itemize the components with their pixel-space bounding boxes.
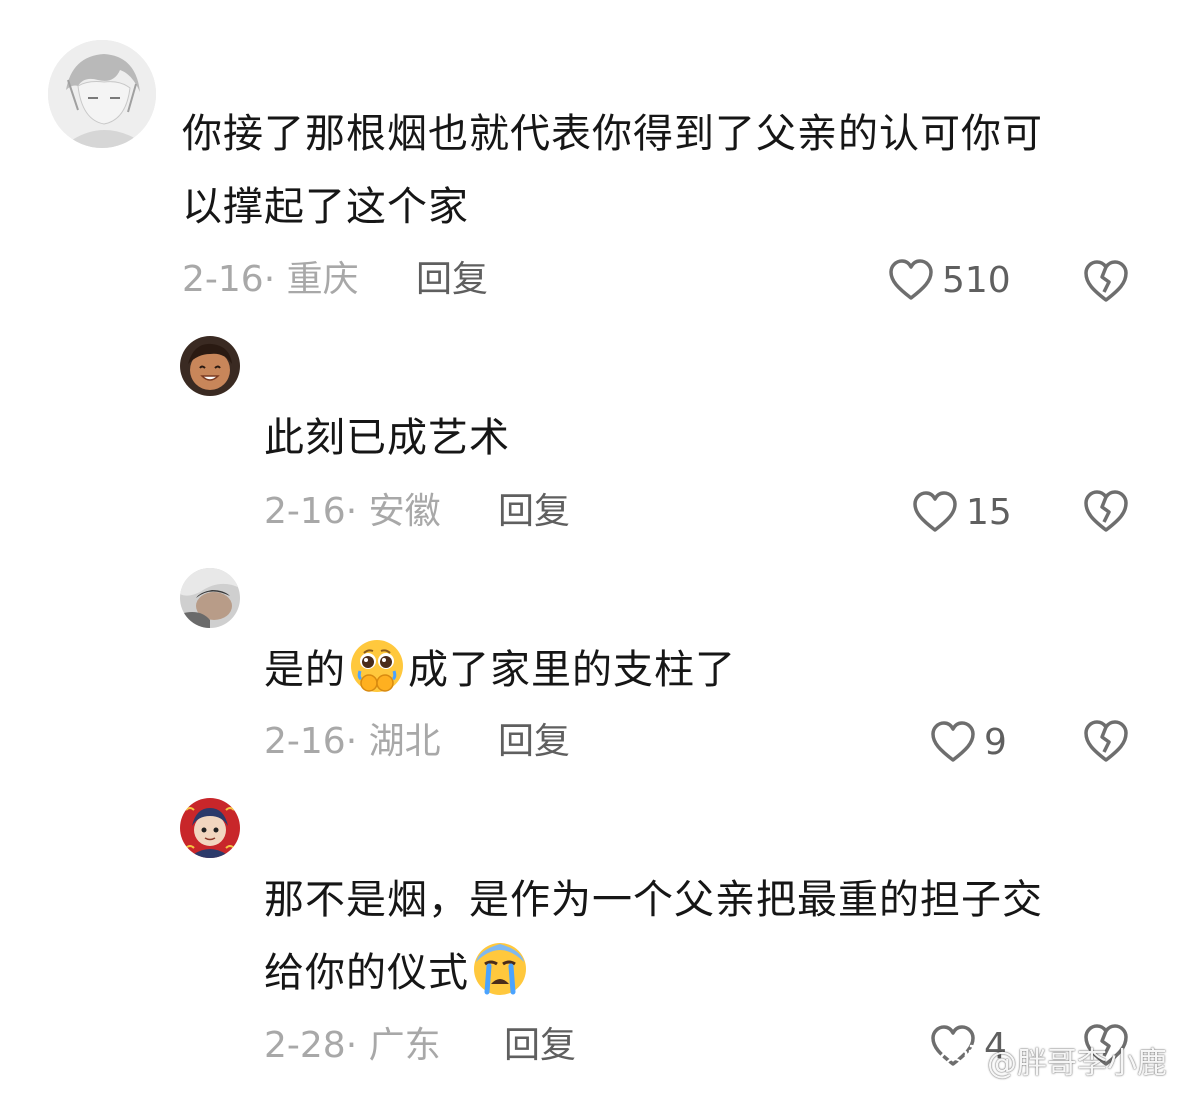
heart-icon (930, 720, 976, 764)
dislike-button[interactable] (1082, 488, 1130, 534)
comment-text-line: 是的 成了家里的支柱了 (264, 634, 1144, 707)
dislike-button[interactable] (1082, 718, 1130, 764)
comment-date-location: 2-28· 广东 (264, 1025, 441, 1066)
comment-date-location: 2-16· 湖北 (264, 721, 441, 762)
reply-button[interactable]: 回复 (416, 260, 488, 300)
comment-text-line: 此刻已成艺术 (264, 415, 510, 461)
comment-text: 此刻已成艺术 (264, 402, 1144, 475)
comment-text-line: 那不是烟，是作为一个父亲把最重的担子交 (264, 877, 1043, 923)
avatar[interactable] (180, 336, 240, 396)
comment-text-segment: 成了家里的支柱了 (408, 647, 736, 693)
comment-item: 是的 成了家里的支柱了 2-16· 湖北 回复 9 (0, 550, 1179, 782)
broken-heart-icon (1082, 718, 1130, 764)
dislike-button[interactable] (1082, 258, 1130, 304)
heart-icon (888, 258, 934, 302)
comment-item: 此刻已成艺术 2-16· 安徽 回复 15 (0, 320, 1179, 550)
avatar[interactable] (180, 798, 240, 858)
like-button[interactable]: 15 (912, 488, 1012, 536)
comment-text: 你接了那根烟也就代表你得到了父亲的认可你可 以撑起了这个家 (182, 98, 1142, 244)
like-button[interactable]: 510 (888, 256, 1011, 304)
weibo-logo-icon (937, 1044, 982, 1076)
heart-icon (912, 490, 958, 534)
comment-text-line: 你接了那根烟也就代表你得到了父亲的认可你可 (182, 111, 1043, 157)
watermark-text: @胖哥李小鹿 (987, 1046, 1167, 1081)
reply-button[interactable]: 回复 (498, 722, 570, 762)
watermark: @胖哥李小鹿 (937, 1038, 1167, 1082)
avatar[interactable] (180, 568, 240, 628)
pleading-face-holding-back-tears-icon (351, 640, 403, 692)
comment-text-line: 给你的仪式 (264, 937, 1144, 1010)
comment-text-line: 以撑起了这个家 (182, 184, 469, 230)
reply-button[interactable]: 回复 (498, 492, 570, 532)
comment-text: 那不是烟，是作为一个父亲把最重的担子交 给你的仪式 (264, 864, 1144, 1010)
like-count: 510 (942, 259, 1011, 301)
comment-date-location: 2-16· 安徽 (264, 491, 441, 532)
comment-item: 你接了那根烟也就代表你得到了父亲的认可你可 以撑起了这个家 2-16· 重庆 回… (0, 0, 1179, 320)
like-count: 9 (984, 721, 1007, 763)
comment-date-location: 2-16· 重庆 (182, 259, 359, 300)
like-count: 15 (966, 491, 1012, 533)
broken-heart-icon (1082, 488, 1130, 534)
crying-face-icon (474, 943, 526, 995)
reply-button[interactable]: 回复 (504, 1026, 576, 1066)
avatar[interactable] (48, 40, 156, 148)
comment-text: 是的 成了家里的支柱了 (264, 634, 1144, 707)
broken-heart-icon (1082, 258, 1130, 304)
comment-text-segment: 给你的仪式 (264, 950, 469, 996)
like-button[interactable]: 9 (930, 718, 1007, 766)
comment-text-segment: 是的 (264, 647, 346, 693)
